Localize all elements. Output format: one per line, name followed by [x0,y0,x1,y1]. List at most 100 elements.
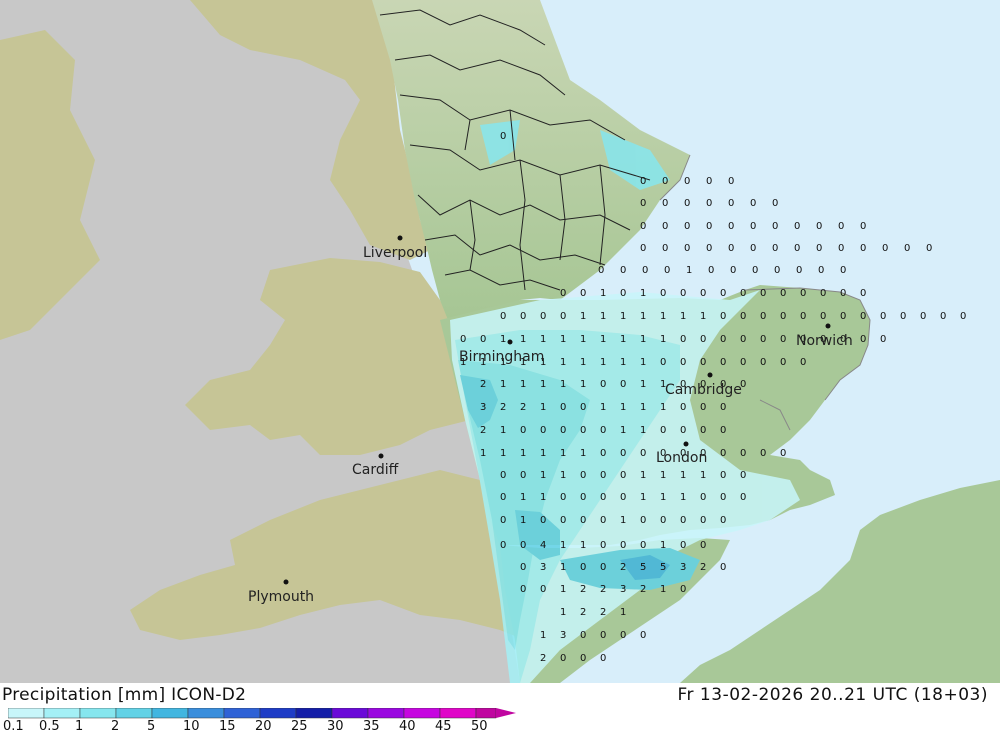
precip-value: 0 [620,288,626,299]
legend-swatch [331,708,369,719]
precip-value: 0 [926,243,932,254]
precip-value: 0 [740,470,746,481]
precip-value: 0 [740,288,746,299]
legend-label: 15 [219,719,236,734]
legend-swatch [367,708,405,719]
precip-value: 0 [600,448,606,459]
precip-value: 0 [640,630,646,641]
precip-value: 0 [740,311,746,322]
precip-value: 1 [560,540,566,551]
precip-value: 0 [480,334,486,345]
precip-value: 0 [838,221,844,232]
precip-value: 2 [700,562,706,573]
precip-value: 2 [640,584,646,595]
precip-value: 1 [600,357,606,368]
precip-value: 0 [640,198,646,209]
city-label: Plymouth [248,589,314,605]
precip-value: 0 [774,265,780,276]
precip-value: 1 [560,357,566,368]
precip-value: 0 [640,221,646,232]
precip-value: 0 [816,221,822,232]
precip-value: 0 [706,243,712,254]
precip-value: 0 [740,357,746,368]
precip-value: 0 [640,540,646,551]
precip-value: 0 [840,288,846,299]
legend-label: 30 [327,719,344,734]
precip-value: 0 [460,334,466,345]
precip-value: 1 [500,334,506,345]
precip-value: 1 [640,402,646,413]
precip-value: 2 [480,379,486,390]
precip-value: 0 [620,470,626,481]
precip-value: 3 [540,562,546,573]
precip-value: 1 [600,311,606,322]
precip-value: 1 [640,492,646,503]
precip-value: 1 [580,540,586,551]
precip-value: 0 [500,492,506,503]
precip-value: 0 [680,288,686,299]
precip-value: 0 [920,311,926,322]
precip-value: 0 [700,288,706,299]
precip-value: 0 [838,243,844,254]
precip-value: 0 [684,176,690,187]
precip-value: 0 [700,425,706,436]
precip-value: 2 [540,653,546,664]
city-marker [397,235,403,241]
precip-value: 1 [620,425,626,436]
map-footer: Precipitation [mm] ICON-D2 Fr 13-02-2026… [0,683,1000,734]
precip-value: 1 [580,311,586,322]
precip-value: 1 [620,334,626,345]
precip-value: 0 [540,515,546,526]
city-label: Cambridge [665,382,742,398]
precip-value: 0 [760,448,766,459]
legend-swatch [43,708,81,719]
precip-value: 0 [940,311,946,322]
precip-value: 0 [780,357,786,368]
precipitation-map[interactable]: 0 0 0 0 0 0 0 0 0 0 0 0 0 0 0 0 0 0 0 0 0 0 0 0 0 0 0 0 0 0 0 0 0 0 0 0 0 0 0 0… [0,0,1000,683]
precip-value: 1 [540,334,546,345]
precip-value: 0 [740,334,746,345]
precip-value: 0 [540,584,546,595]
legend-swatch [8,708,45,719]
legend-label: 40 [399,719,416,734]
precip-value: 0 [600,492,606,503]
precip-value: 1 [560,562,566,573]
precip-value: 0 [600,379,606,390]
precip-value: 0 [730,265,736,276]
precip-value: 0 [752,265,758,276]
legend-label: 10 [183,719,200,734]
precip-value: 0 [620,379,626,390]
precip-value: 0 [580,402,586,413]
precip-value: 1 [700,470,706,481]
precip-value: 1 [520,448,526,459]
precip-value: 0 [800,357,806,368]
precip-value: 0 [680,584,686,595]
precip-value: 0 [680,425,686,436]
precip-value: 0 [794,221,800,232]
precip-value: 1 [620,357,626,368]
precip-value: 1 [520,379,526,390]
precip-value: 0 [700,540,706,551]
precip-value: 1 [540,470,546,481]
precip-value: 0 [500,470,506,481]
legend-label: 1 [75,719,84,734]
legend-swatch [223,708,261,719]
precip-value: 0 [820,288,826,299]
precip-value: 2 [520,402,526,413]
precip-value: 0 [818,265,824,276]
precip-value: 0 [728,221,734,232]
legend-swatch [259,708,297,719]
precip-value: 0 [580,562,586,573]
precip-value: 1 [700,311,706,322]
precip-value: 2 [580,607,586,618]
city-label: Birmingham [459,349,544,365]
precip-value: 0 [560,515,566,526]
precip-value: 1 [660,492,666,503]
precip-value: 0 [706,198,712,209]
precip-value: 0 [662,176,668,187]
precip-value: 1 [560,584,566,595]
precip-value: 0 [760,311,766,322]
precip-value: 2 [620,562,626,573]
precip-value: 0 [660,425,666,436]
precip-value: 0 [700,492,706,503]
